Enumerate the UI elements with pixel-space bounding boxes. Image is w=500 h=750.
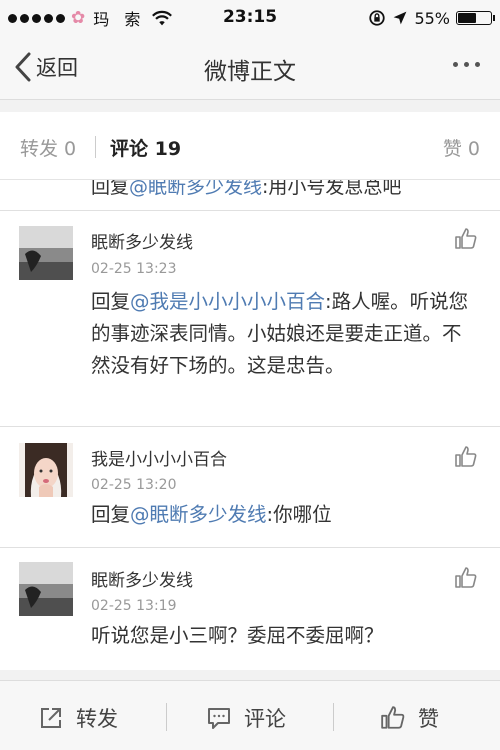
clock: 23:15 [222, 7, 278, 27]
thumbs-up-icon[interactable] [454, 566, 478, 590]
tab-comment-count: 19 [154, 138, 182, 160]
comment-time: 02-25 13:20 [91, 477, 177, 493]
comment-label: 评论 [244, 707, 286, 731]
tab-repost[interactable]: 转发 0 [20, 134, 76, 161]
reply-prefix: 回复 [91, 180, 130, 198]
comment-item[interactable]: 眠断多少发线 02-25 13:23 回复@我是小小小小小百合:路人喔。听说您的… [0, 211, 500, 426]
toolbar-divider [333, 703, 334, 731]
comment-time: 02-25 13:19 [91, 598, 177, 614]
tab-comment[interactable]: 评论 19 [110, 134, 181, 161]
repost-label: 转发 [76, 707, 118, 731]
avatar-image [19, 443, 73, 497]
avatar-image [19, 562, 73, 616]
tab-comment-label: 评论 [110, 138, 149, 160]
mention-link[interactable]: @眠断多少发线 [129, 180, 262, 198]
more-options-button[interactable] [453, 62, 480, 67]
comment-text: :用小号发息总吧 [262, 180, 402, 198]
battery-level [458, 13, 476, 23]
comment-button[interactable]: 评论 [206, 703, 286, 733]
comment-text: :你哪位 [266, 503, 332, 526]
reply-prefix: 回复 [91, 503, 131, 526]
thumbs-up-icon[interactable] [454, 227, 478, 251]
comment-body: 回复@我是小小小小小百合:路人喔。听说您的事迹深表同情。小姑娘还是要走正道。不然… [91, 286, 476, 382]
comment-body: 听说您是小三啊？委屈不委屈啊？ [91, 620, 476, 652]
tab-bar: 转发 0 评论 19 赞 0 [0, 112, 500, 180]
tab-like[interactable]: 赞 0 [443, 134, 480, 161]
like-label: 赞 [418, 707, 439, 731]
comment-icon [208, 708, 230, 729]
avatar[interactable] [19, 562, 73, 616]
avatar[interactable] [19, 226, 73, 280]
avatar-image [19, 226, 73, 280]
comment-item[interactable]: 我是小小小小百合 02-25 13:20 回复@眠断多少发线:你哪位 [0, 427, 500, 547]
like-button[interactable]: 赞 [380, 703, 439, 733]
share-icon [41, 708, 61, 728]
comment-body: 回复@眠断多少发线:你哪位 [91, 499, 476, 531]
reply-prefix: 回复 [91, 290, 131, 313]
navigation-bar: 返回 微博正文 [0, 36, 500, 100]
mention-link[interactable]: @眠断多少发线 [130, 503, 267, 526]
tab-divider [95, 136, 96, 158]
avatar[interactable] [19, 443, 73, 497]
commenter-name[interactable]: 眠断多少发线 [91, 566, 193, 591]
status-bar: ✿ 玛 索 23:15 55% [0, 0, 500, 36]
partial-comment-text: 回复@眠断多少发线:用小号发息总吧 [91, 180, 401, 199]
comment-time: 02-25 13:23 [91, 261, 177, 277]
thumbs-up-icon [381, 706, 405, 729]
thumbs-up-icon[interactable] [454, 445, 478, 469]
battery-icon [456, 11, 495, 25]
repost-button[interactable]: 转发 [38, 703, 118, 733]
comment-text: 听说您是小三啊？委屈不委屈啊？ [91, 624, 384, 647]
comment-item[interactable]: 眠断多少发线 02-25 13:19 听说您是小三啊？委屈不委屈啊？ [0, 548, 500, 670]
commenter-name[interactable]: 眠断多少发线 [91, 228, 193, 253]
toolbar-divider [166, 703, 167, 731]
bottom-toolbar: 转发 评论 赞 [0, 680, 500, 750]
page-title: 微博正文 [204, 59, 296, 85]
comment-list[interactable]: 回复@眠断多少发线:用小号发息总吧 眠断多少发线 02-25 13:23 回复@… [0, 180, 500, 670]
mention-link[interactable]: @我是小小小小小百合 [130, 290, 325, 313]
commenter-name[interactable]: 我是小小小小百合 [91, 445, 227, 470]
